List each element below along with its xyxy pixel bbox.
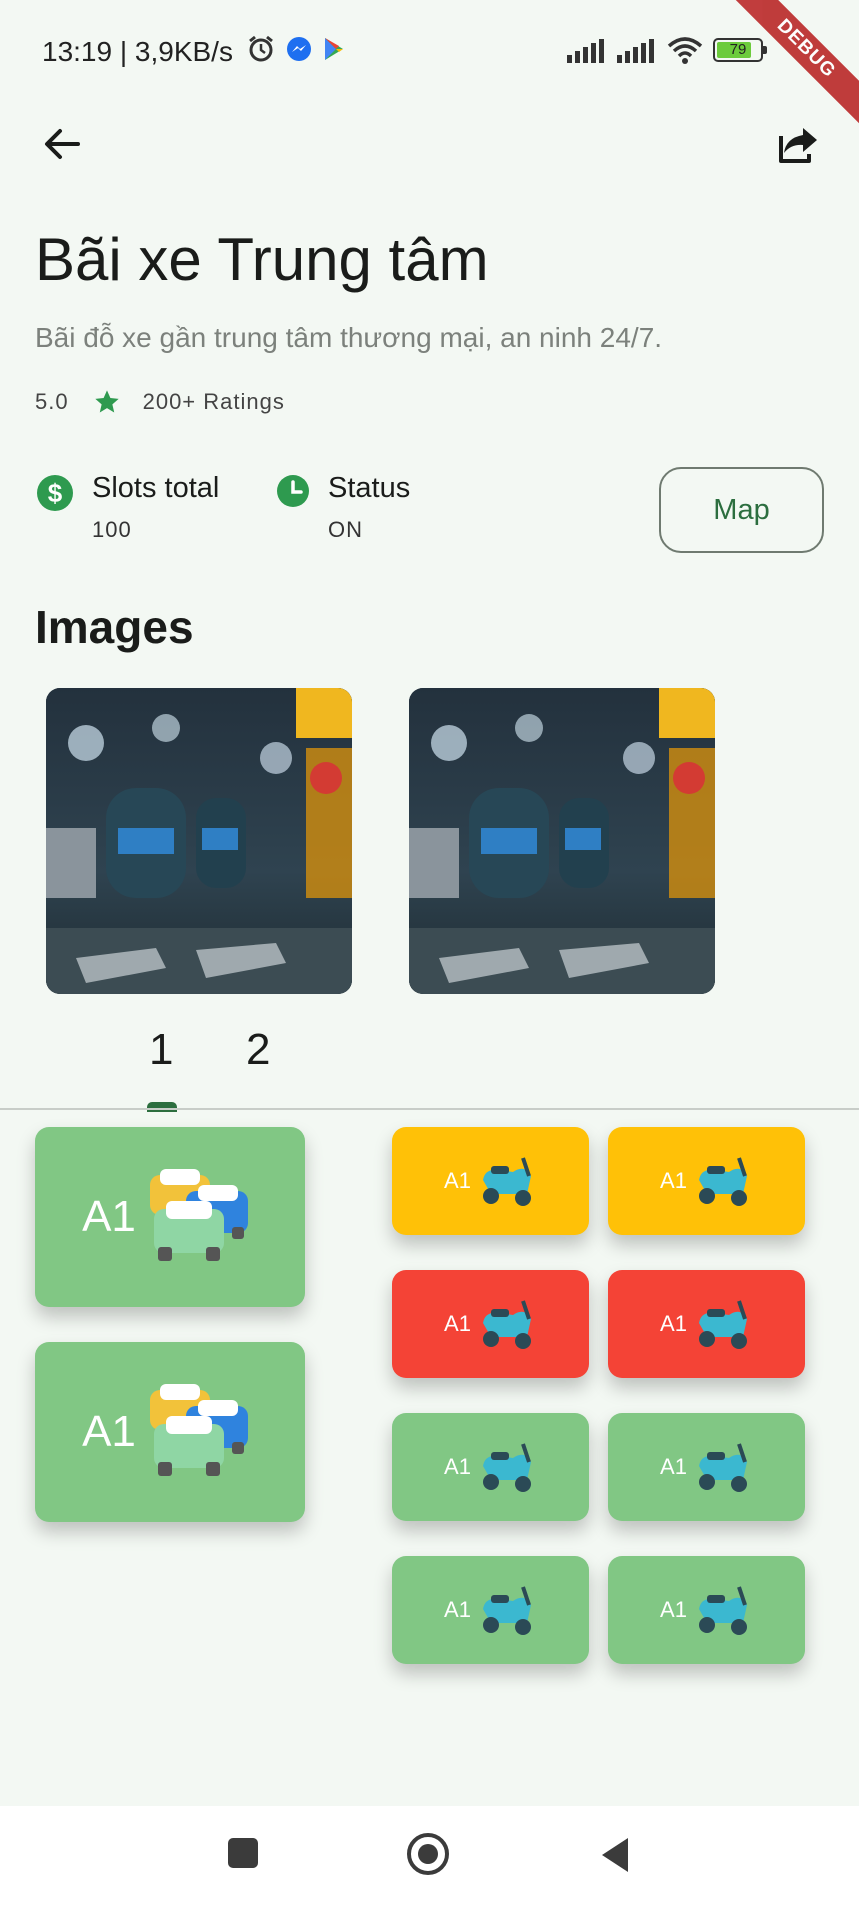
status-time: 13:19 | 3,9KB/s — [42, 36, 233, 67]
slot-label: A1 — [660, 1597, 687, 1622]
scooter-icon — [698, 1586, 747, 1635]
ratings-count: 200+ Ratings — [142, 389, 285, 414]
status-system-icons: 79 — [567, 36, 767, 64]
alarm-icon — [249, 35, 273, 62]
battery-level: 79 — [729, 41, 747, 58]
scooter-icon — [482, 1586, 531, 1635]
parking-image-1[interactable] — [46, 688, 352, 994]
page-indicator-2[interactable]: 2 — [246, 1025, 270, 1075]
status-info: Status ON — [276, 472, 410, 543]
messenger-icon — [287, 37, 311, 61]
svg-text:$: $ — [48, 478, 63, 508]
bike-slot[interactable]: A1 — [392, 1270, 589, 1378]
slots-total-info: $ Slots total 100 — [36, 472, 219, 543]
bike-slot[interactable]: A1 — [392, 1556, 589, 1664]
scooter-icon — [698, 1443, 747, 1492]
parking-description: Bãi đỗ xe gần trung tâm thương mại, an n… — [35, 322, 663, 353]
scooter-icon — [482, 1157, 531, 1206]
scooter-icon — [482, 1300, 531, 1349]
share-icon — [779, 128, 817, 163]
slot-label: A1 — [82, 1407, 136, 1456]
square-icon — [228, 1838, 258, 1868]
divider — [0, 1108, 859, 1110]
slot-label: A1 — [82, 1192, 136, 1241]
triangle-back-icon — [602, 1838, 628, 1872]
scooter-icon — [698, 1157, 747, 1206]
bike-slot[interactable]: A1 — [392, 1127, 589, 1235]
active-page-indicator — [147, 1102, 177, 1112]
slot-label: A1 — [444, 1454, 471, 1479]
clock-icon — [277, 475, 309, 507]
rating-value: 5.0 — [35, 389, 69, 414]
back-nav-button[interactable] — [598, 1836, 632, 1879]
slot-label: A1 — [660, 1454, 687, 1479]
share-button[interactable] — [773, 120, 821, 168]
images-section-title: Images — [35, 601, 194, 653]
page-title: Bãi xe Trung tâm — [35, 226, 489, 293]
scooter-icon — [698, 1300, 747, 1349]
status-bar: 13:19 | 3,9KB/s 79 DEBUG — [0, 0, 859, 134]
bike-slot[interactable]: A1 — [392, 1413, 589, 1521]
signal-icon-2 — [617, 39, 654, 63]
star-icon — [94, 390, 119, 413]
status-label: Status — [328, 472, 411, 504]
slot-label: A1 — [444, 1597, 471, 1622]
parking-image-2[interactable] — [409, 688, 715, 994]
page-indicator-1[interactable]: 1 — [149, 1025, 173, 1075]
home-button[interactable] — [406, 1832, 450, 1881]
slot-label: A1 — [444, 1168, 471, 1193]
slot-label: A1 — [660, 1168, 687, 1193]
car-slot[interactable]: A1 — [35, 1342, 305, 1522]
recents-button[interactable] — [226, 1836, 260, 1875]
bike-slot[interactable]: A1 — [608, 1127, 805, 1235]
debug-banner: DEBUG — [721, 0, 859, 134]
bike-slot[interactable]: A1 — [608, 1413, 805, 1521]
arrow-back-icon — [45, 129, 80, 159]
slot-label: A1 — [444, 1311, 471, 1336]
scooter-icon — [482, 1443, 531, 1492]
signal-icon — [567, 39, 604, 63]
slot-label: A1 — [660, 1311, 687, 1336]
system-nav-bar — [0, 1806, 859, 1908]
status-value: ON — [328, 517, 363, 542]
map-button[interactable]: Map — [659, 467, 824, 553]
cars-icon — [149, 1169, 248, 1261]
circle-home-icon — [407, 1833, 449, 1875]
slots-total-label: Slots total — [92, 472, 220, 504]
back-button[interactable] — [38, 120, 86, 168]
rating-row: 5.0 200+ Ratings — [35, 388, 285, 416]
status-notification-icons — [246, 34, 346, 64]
bike-slot[interactable]: A1 — [608, 1270, 805, 1378]
battery-icon: 79 — [713, 38, 767, 62]
car-slot[interactable]: A1 — [35, 1127, 305, 1307]
dollar-icon: $ — [37, 475, 73, 511]
wifi-icon — [667, 37, 703, 64]
slots-total-value: 100 — [92, 517, 132, 542]
cars-icon — [149, 1384, 248, 1476]
play-store-icon — [325, 38, 343, 60]
bike-slot[interactable]: A1 — [608, 1556, 805, 1664]
